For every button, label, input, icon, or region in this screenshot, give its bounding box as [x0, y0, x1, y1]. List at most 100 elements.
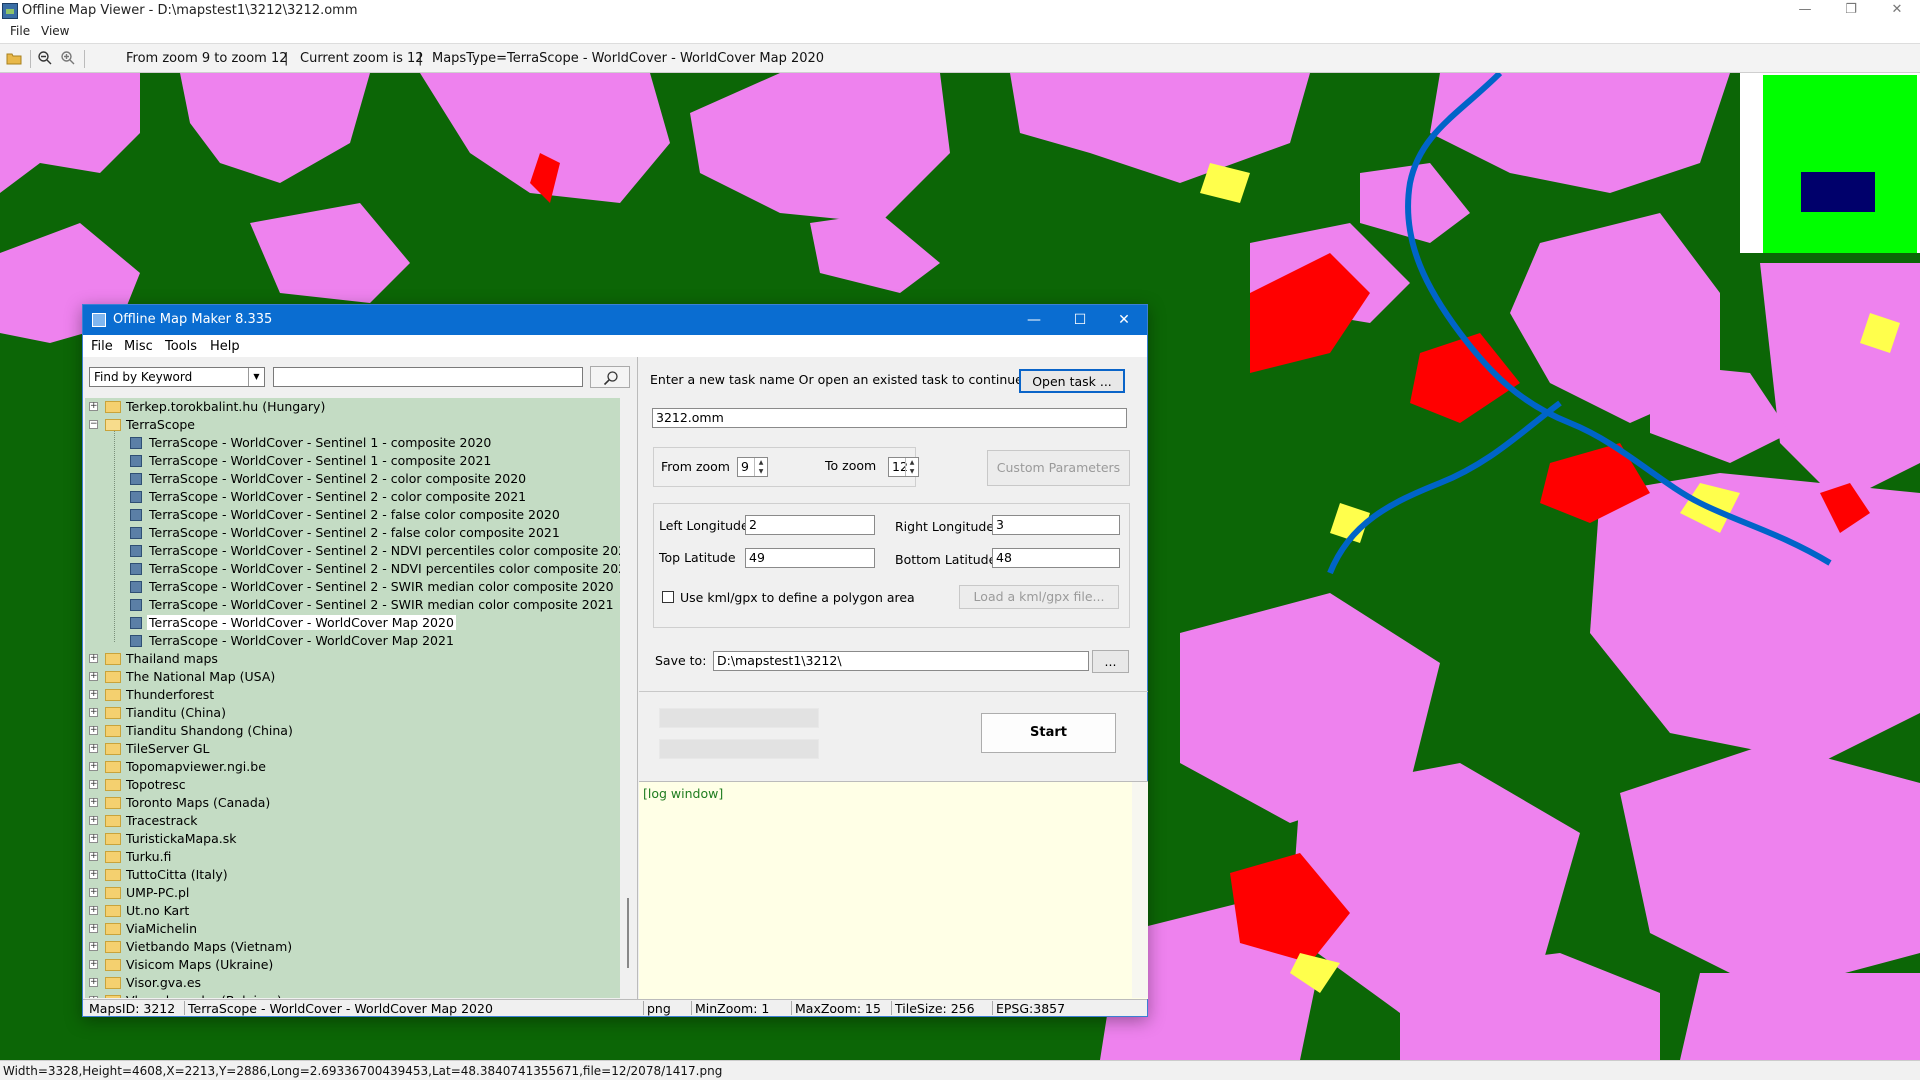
tree-item[interactable]: TerraScope - WorldCover - WorldCover Map… [85, 632, 620, 650]
dialog-maximize-button[interactable]: ☐ [1057, 305, 1103, 335]
dialog-titlebar: Offline Map Maker 8.335 — ☐ ✕ [83, 305, 1147, 335]
browse-button[interactable]: ... [1092, 650, 1129, 673]
tree-item[interactable]: TerraScope - WorldCover - WorldCover Map… [85, 614, 620, 632]
tree-scrollbar[interactable] [620, 398, 636, 998]
start-button[interactable]: Start [981, 713, 1116, 753]
status-tile-size: TileSize: 256 [895, 1001, 975, 1016]
tree-scroll-thumb[interactable] [627, 898, 629, 968]
expand-icon[interactable]: + [89, 672, 98, 681]
tree-item[interactable]: TerraScope - WorldCover - Sentinel 1 - c… [85, 434, 620, 452]
menu-view[interactable]: View [37, 24, 73, 38]
search-input[interactable] [273, 367, 583, 387]
minimize-button[interactable]: — [1782, 0, 1828, 22]
chevron-down-icon[interactable]: ▼ [248, 368, 264, 386]
expand-icon[interactable]: + [89, 708, 98, 717]
menu-file[interactable]: File [6, 24, 34, 38]
expand-icon[interactable]: + [89, 798, 98, 807]
expand-icon[interactable]: + [89, 816, 98, 825]
tree-item[interactable]: + Topomapviewer.ngi.be [85, 758, 620, 776]
zoom-out-icon[interactable] [37, 50, 53, 66]
tree-item[interactable]: TerraScope - WorldCover - Sentinel 2 - c… [85, 470, 620, 488]
tree-item[interactable]: − TerraScope [85, 416, 620, 434]
expand-icon[interactable]: + [89, 852, 98, 861]
expand-icon[interactable]: + [89, 942, 98, 951]
collapse-icon[interactable]: − [89, 420, 98, 429]
dialog-close-button[interactable]: ✕ [1101, 305, 1147, 335]
task-name-field[interactable]: 3212.omm [652, 408, 1127, 428]
tree-item[interactable]: TerraScope - WorldCover - Sentinel 2 - c… [85, 488, 620, 506]
tree-item[interactable]: + Vietbando Maps (Vietnam) [85, 938, 620, 956]
right-longitude-field[interactable]: 3 [992, 515, 1120, 535]
dialog-menu-file[interactable]: File [88, 339, 116, 354]
tree-item[interactable]: TerraScope - WorldCover - Sentinel 2 - f… [85, 506, 620, 524]
expand-icon[interactable]: + [89, 906, 98, 915]
search-button[interactable] [590, 366, 630, 388]
expand-icon[interactable]: + [89, 690, 98, 699]
tree-item[interactable]: + Tracestrack [85, 812, 620, 830]
dialog-menu-help[interactable]: Help [207, 339, 243, 354]
from-zoom-stepper[interactable]: 9 ▲ ▼ [737, 457, 768, 477]
tree-item[interactable]: TerraScope - WorldCover - Sentinel 2 - S… [85, 578, 620, 596]
tree-item[interactable]: + Vlaanderen.be (Belgium) [85, 992, 620, 998]
log-window[interactable]: [log window] [639, 781, 1148, 999]
expand-icon[interactable]: + [89, 402, 98, 411]
tree-item[interactable]: TerraScope - WorldCover - Sentinel 1 - c… [85, 452, 620, 470]
tree-item-label: Toronto Maps (Canada) [126, 795, 271, 810]
bottom-latitude-field[interactable]: 48 [992, 548, 1120, 568]
expand-icon[interactable]: + [89, 726, 98, 735]
tree-item[interactable]: + Ut.no Kart [85, 902, 620, 920]
left-longitude-field[interactable]: 2 [745, 515, 875, 535]
overview-viewport-rect[interactable] [1801, 172, 1875, 212]
spinner-arrows-icon[interactable]: ▲ ▼ [754, 458, 767, 476]
dialog-menu-misc[interactable]: Misc [121, 339, 156, 354]
maximize-button[interactable]: ❐ [1828, 0, 1874, 22]
open-folder-icon[interactable] [6, 50, 22, 66]
expand-icon[interactable]: + [89, 654, 98, 663]
tree-item[interactable]: + Terkep.torokbalint.hu (Hungary) [85, 398, 620, 416]
tree-item[interactable]: + Tianditu (China) [85, 704, 620, 722]
expand-icon[interactable]: + [89, 996, 98, 998]
tree-item[interactable]: + Topotresc [85, 776, 620, 794]
custom-parameters-button[interactable]: Custom Parameters [987, 450, 1130, 486]
tree-item[interactable]: TerraScope - WorldCover - Sentinel 2 - N… [85, 560, 620, 578]
close-button[interactable]: ✕ [1874, 0, 1920, 22]
tree-item[interactable]: + Tianditu Shandong (China) [85, 722, 620, 740]
tree-item[interactable]: + TileServer GL [85, 740, 620, 758]
tree-item[interactable]: + Thunderforest [85, 686, 620, 704]
zoom-in-icon[interactable] [60, 50, 76, 66]
tree-item[interactable]: + ViaMichelin [85, 920, 620, 938]
expand-icon[interactable]: + [89, 744, 98, 753]
dialog-minimize-button[interactable]: — [1011, 305, 1057, 335]
top-latitude-field[interactable]: 49 [745, 548, 875, 568]
open-task-button[interactable]: Open task ... [1019, 369, 1125, 393]
expand-icon[interactable]: + [89, 978, 98, 987]
tree-item[interactable]: + TuristickaMapa.sk [85, 830, 620, 848]
save-to-field[interactable]: D:\mapstest1\3212\ [713, 651, 1089, 671]
tree-item[interactable]: + Toronto Maps (Canada) [85, 794, 620, 812]
expand-icon[interactable]: + [89, 924, 98, 933]
keyword-select[interactable]: Find by Keyword ▼ [89, 367, 265, 387]
tree-item[interactable]: + The National Map (USA) [85, 668, 620, 686]
expand-icon[interactable]: + [89, 834, 98, 843]
expand-icon[interactable]: + [89, 870, 98, 879]
expand-icon[interactable]: + [89, 888, 98, 897]
tree-item[interactable]: + TuttoCitta (Italy) [85, 866, 620, 884]
tree-item[interactable]: TerraScope - WorldCover - Sentinel 2 - f… [85, 524, 620, 542]
tree-item[interactable]: + Visicom Maps (Ukraine) [85, 956, 620, 974]
to-zoom-stepper[interactable]: 12 ▲ ▼ [888, 457, 919, 477]
status-min-zoom: MinZoom: 1 [695, 1001, 770, 1016]
tree-item[interactable]: TerraScope - WorldCover - Sentinel 2 - S… [85, 596, 620, 614]
spinner-arrows-icon[interactable]: ▲ ▼ [905, 458, 918, 476]
tree-item[interactable]: + Turku.fi [85, 848, 620, 866]
kml-checkbox[interactable] [662, 591, 674, 603]
expand-icon[interactable]: + [89, 960, 98, 969]
tree-item[interactable]: + Thailand maps [85, 650, 620, 668]
tree-item[interactable]: + UMP-PC.pl [85, 884, 620, 902]
load-kml-button[interactable]: Load a kml/gpx file... [959, 585, 1119, 609]
log-scrollbar[interactable] [1132, 782, 1148, 998]
expand-icon[interactable]: + [89, 780, 98, 789]
tree-item[interactable]: TerraScope - WorldCover - Sentinel 2 - N… [85, 542, 620, 560]
tree-item[interactable]: + Visor.gva.es [85, 974, 620, 992]
expand-icon[interactable]: + [89, 762, 98, 771]
dialog-menu-tools[interactable]: Tools [162, 339, 200, 354]
